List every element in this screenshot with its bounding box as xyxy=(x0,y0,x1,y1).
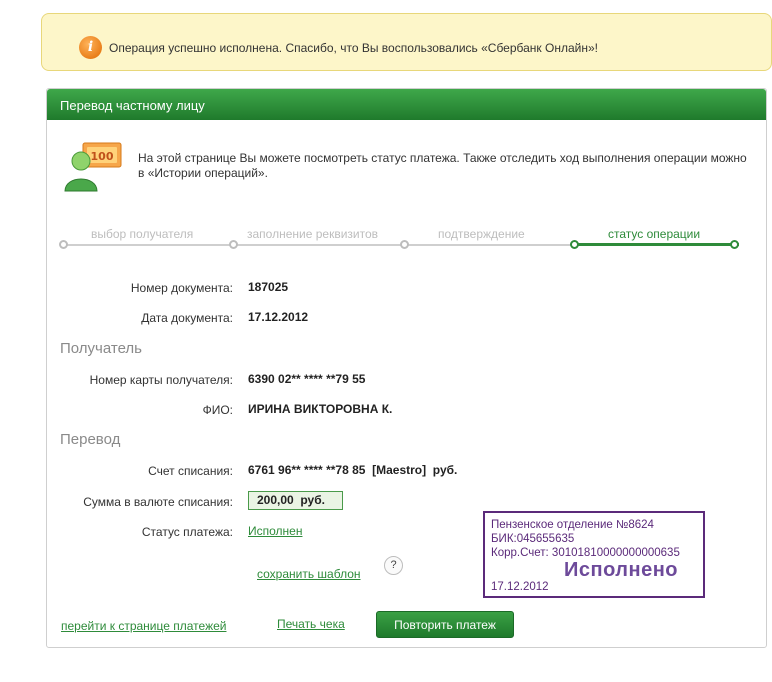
print-receipt-link[interactable]: Печать чека xyxy=(277,617,345,631)
transfer-section-title: Перевод xyxy=(60,431,121,448)
recipient-name-label: ФИО: xyxy=(202,403,233,417)
recipient-section-title: Получатель xyxy=(60,340,142,357)
save-template-link[interactable]: сохранить шаблон xyxy=(257,567,361,581)
progress-line xyxy=(63,244,574,246)
success-notice: i Операция успешно исполнена. Спасибо, ч… xyxy=(41,13,772,71)
step-label: заполнение реквизитов xyxy=(247,227,379,241)
info-icon: i xyxy=(79,36,102,59)
doc-number-label: Номер документа: xyxy=(130,281,233,295)
payments-page-link[interactable]: перейти к странице платежей xyxy=(61,619,226,633)
debit-account-label: Счет списания: xyxy=(148,464,233,478)
stamp-bik: БИК:045655635 xyxy=(491,533,575,545)
payment-status-link[interactable]: Исполнен xyxy=(248,524,302,538)
transfer-panel: Перевод частному лицу 100 На этой страни… xyxy=(46,88,767,648)
stamp-status: Исполнено xyxy=(564,559,679,581)
step-dot-active xyxy=(730,240,739,249)
stamp-corr-account: Корр.Счет: 30101810000000000635 xyxy=(491,547,680,559)
step-dot xyxy=(400,240,409,249)
repeat-payment-button[interactable]: Повторить платеж xyxy=(376,611,514,638)
payment-status-label: Статус платежа: xyxy=(141,525,233,539)
step-label-active: статус операции xyxy=(608,227,701,241)
step-dot xyxy=(229,240,238,249)
doc-number-value: 187025 xyxy=(248,280,289,294)
recipient-name-value: ИРИНА ВИКТОРОВНА К. xyxy=(248,402,393,416)
notice-text: Операция успешно исполнена. Спасибо, что… xyxy=(109,41,598,55)
intro-text: На этой странице Вы можете посмотреть ст… xyxy=(138,151,747,180)
debit-account-value: 6761 96** **** **78 85 [Maestro] руб. xyxy=(248,463,458,477)
amount-label: Сумма в валюте списания: xyxy=(83,495,233,509)
panel-title: Перевод частному лицу xyxy=(47,89,766,120)
stamp-branch: Пензенское отделение №8624 xyxy=(491,519,654,531)
progress-steps: выбор получателя заполнение реквизитов п… xyxy=(59,226,739,256)
step-dot xyxy=(59,240,68,249)
card-number-value: 6390 02** **** **79 55 xyxy=(248,372,366,386)
amount-text: 200,00 руб. xyxy=(257,493,325,507)
help-icon[interactable]: ? xyxy=(384,556,403,575)
doc-date-label: Дата документа: xyxy=(141,311,233,325)
banknote-value: 100 xyxy=(91,150,114,163)
step-label: выбор получателя xyxy=(91,227,194,241)
money-person-icon: 100 xyxy=(64,142,122,192)
step-dot-active xyxy=(570,240,579,249)
card-number-label: Номер карты получателя: xyxy=(89,373,233,387)
bank-stamp: Пензенское отделение №8624 БИК:045655635… xyxy=(483,511,705,598)
step-label: подтверждение xyxy=(438,227,525,241)
amount-value: 200,00 руб. xyxy=(248,491,343,510)
stamp-date: 17.12.2012 xyxy=(491,581,549,593)
doc-date-value: 17.12.2012 xyxy=(248,310,309,324)
progress-line-active xyxy=(574,243,739,246)
